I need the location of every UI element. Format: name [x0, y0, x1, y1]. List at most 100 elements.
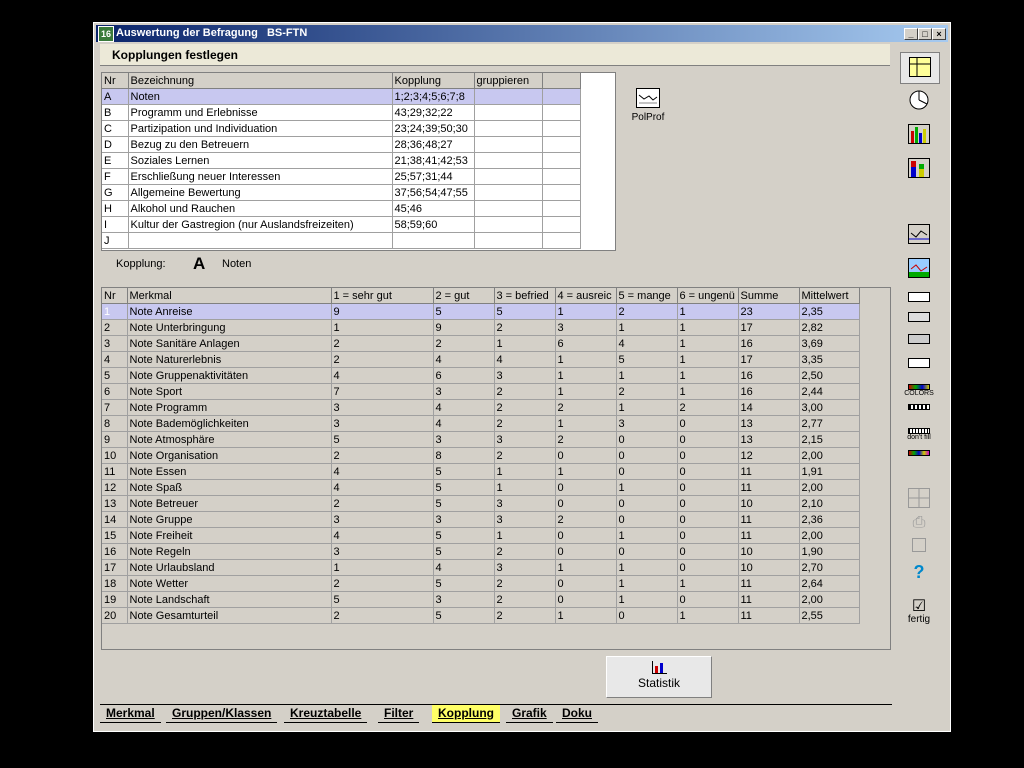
data-cell[interactable]: Note Urlaubsland: [127, 559, 332, 576]
data-cell[interactable]: 9: [331, 303, 434, 320]
data-cell[interactable]: 1,90: [799, 543, 860, 560]
coupling-cell[interactable]: [474, 200, 543, 217]
car-icon-1[interactable]: [908, 292, 930, 302]
data-cell[interactable]: 1: [331, 319, 434, 336]
stacked-bar-button[interactable]: [900, 154, 938, 184]
data-cell[interactable]: 10: [738, 543, 800, 560]
data-cell[interactable]: 11: [738, 463, 800, 480]
coupling-cell[interactable]: G: [102, 184, 129, 201]
data-row[interactable]: 2 Note Unterbringung 1 9 2 3 1 1 17 2,82: [102, 319, 860, 336]
coupling-cell[interactable]: Programm und Erlebnisse: [128, 104, 393, 121]
car-icon-2[interactable]: [908, 312, 930, 322]
data-cell[interactable]: 3: [433, 591, 495, 608]
data-cell[interactable]: Note Anreise: [127, 303, 332, 320]
data-cell[interactable]: 19: [102, 591, 128, 608]
data-cell[interactable]: 1: [616, 591, 678, 608]
data-cell[interactable]: 5: [433, 607, 495, 624]
data-cell[interactable]: Note Spaß: [127, 479, 332, 496]
tab-merkmal[interactable]: Merkmal: [100, 705, 161, 723]
data-cell[interactable]: 2: [616, 303, 678, 320]
data-cell[interactable]: 7: [331, 383, 434, 400]
data-header-3[interactable]: 2 = gut: [433, 288, 495, 304]
data-cell[interactable]: 5: [433, 479, 495, 496]
data-row[interactable]: 17 Note Urlaubsland 1 4 3 1 1 0 10 2,70: [102, 559, 860, 576]
data-cell[interactable]: 3,69: [799, 335, 860, 352]
data-cell[interactable]: 6: [433, 367, 495, 384]
data-cell[interactable]: 4: [433, 415, 495, 432]
data-cell[interactable]: 4: [331, 527, 434, 544]
data-cell[interactable]: 3: [494, 559, 556, 576]
tab-grafik[interactable]: Grafik: [506, 705, 553, 723]
coupling-cell[interactable]: [542, 136, 581, 153]
data-cell[interactable]: 3: [331, 399, 434, 416]
data-header-5[interactable]: 4 = ausreic: [555, 288, 617, 304]
data-cell[interactable]: 4: [494, 351, 556, 368]
coupling-cell[interactable]: [474, 136, 543, 153]
data-cell[interactable]: 2: [494, 415, 556, 432]
data-row[interactable]: 13 Note Betreuer 2 5 3 0 0 0 10 2,10: [102, 495, 860, 512]
coupling-cell[interactable]: 23;24;39;50;30: [392, 120, 475, 137]
tab-doku[interactable]: Doku: [556, 705, 598, 723]
coupling-cell[interactable]: [474, 184, 543, 201]
coupling-cell[interactable]: J: [102, 232, 129, 249]
data-cell[interactable]: 0: [555, 495, 617, 512]
data-cell[interactable]: 4: [433, 399, 495, 416]
coupling-cell[interactable]: Bezug zu den Betreuern: [128, 136, 393, 153]
coupling-cell[interactable]: Soziales Lernen: [128, 152, 393, 169]
data-cell[interactable]: 0: [555, 447, 617, 464]
data-cell[interactable]: 0: [616, 495, 678, 512]
data-row[interactable]: 16 Note Regeln 3 5 2 0 0 0 10 1,90: [102, 543, 860, 560]
data-cell[interactable]: 1: [677, 351, 739, 368]
data-cell[interactable]: Note Freiheit: [127, 527, 332, 544]
coupling-row[interactable]: B Programm und Erlebnisse 43;29;32;22: [102, 104, 581, 121]
coupling-cell[interactable]: B: [102, 104, 129, 121]
data-cell[interactable]: 2: [555, 511, 617, 528]
data-cell[interactable]: 6: [555, 335, 617, 352]
data-cell[interactable]: 1: [677, 319, 739, 336]
data-header-2[interactable]: 1 = sehr gut: [331, 288, 434, 304]
data-cell[interactable]: 12: [102, 479, 128, 496]
data-cell[interactable]: 2: [494, 591, 556, 608]
data-cell[interactable]: 11: [738, 511, 800, 528]
data-cell[interactable]: 0: [677, 511, 739, 528]
data-cell[interactable]: 2: [555, 399, 617, 416]
data-cell[interactable]: 14: [102, 511, 128, 528]
data-cell[interactable]: 5: [433, 543, 495, 560]
data-row[interactable]: 18 Note Wetter 2 5 2 0 1 1 11 2,64: [102, 575, 860, 592]
coupling-cell[interactable]: 28;36;48;27: [392, 136, 475, 153]
data-cell[interactable]: 2: [677, 399, 739, 416]
data-cell[interactable]: 2,36: [799, 511, 860, 528]
data-cell[interactable]: 11: [738, 479, 800, 496]
data-cell[interactable]: 2,35: [799, 303, 860, 320]
data-cell[interactable]: Note Gesamturteil: [127, 607, 332, 624]
coupling-row[interactable]: J: [102, 232, 581, 249]
coupling-cell[interactable]: I: [102, 216, 129, 233]
coupling-cell[interactable]: [542, 152, 581, 169]
data-cell[interactable]: 2: [433, 335, 495, 352]
data-cell[interactable]: 1: [677, 335, 739, 352]
data-row[interactable]: 19 Note Landschaft 5 3 2 0 1 0 11 2,00: [102, 591, 860, 608]
data-cell[interactable]: 0: [616, 511, 678, 528]
data-cell[interactable]: 10: [738, 559, 800, 576]
data-header-6[interactable]: 5 = mange: [616, 288, 678, 304]
data-cell[interactable]: 10: [102, 447, 128, 464]
coupling-cell[interactable]: [542, 184, 581, 201]
data-cell[interactable]: 2: [331, 447, 434, 464]
coupling-row[interactable]: H Alkohol und Rauchen 45;46: [102, 200, 581, 217]
data-cell[interactable]: 3: [494, 511, 556, 528]
data-cell[interactable]: 2: [331, 351, 434, 368]
data-cell[interactable]: 4: [331, 463, 434, 480]
data-cell[interactable]: Note Sanitäre Anlagen: [127, 335, 332, 352]
coupling-row[interactable]: C Partizipation und Individuation 23;24;39…: [102, 120, 581, 137]
data-cell[interactable]: 0: [677, 495, 739, 512]
data-cell[interactable]: 8: [433, 447, 495, 464]
data-cell[interactable]: 2: [331, 607, 434, 624]
data-cell[interactable]: 3: [433, 383, 495, 400]
data-cell[interactable]: 0: [677, 591, 739, 608]
coupling-cell[interactable]: H: [102, 200, 129, 217]
data-cell[interactable]: 2,82: [799, 319, 860, 336]
data-cell[interactable]: 2,55: [799, 607, 860, 624]
data-cell[interactable]: 2,77: [799, 415, 860, 432]
line-profile-button[interactable]: [900, 220, 938, 250]
data-cell[interactable]: 2: [494, 607, 556, 624]
